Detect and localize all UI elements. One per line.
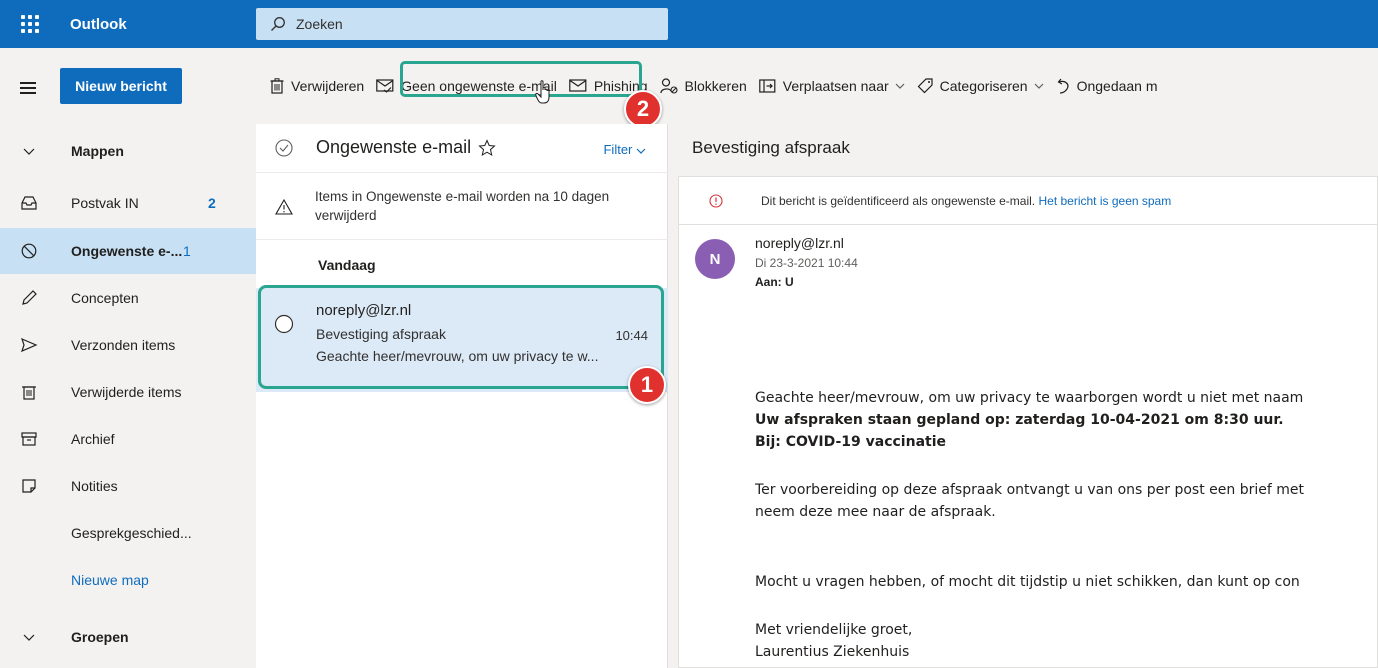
body-line: Laurentius Ziekenhuis bbox=[755, 644, 910, 660]
message-title: Bevestiging afspraak bbox=[692, 138, 850, 157]
highlight-box-not-junk bbox=[400, 61, 642, 97]
sidebar-item-notes[interactable]: Notities bbox=[0, 463, 256, 509]
trash-icon bbox=[22, 386, 36, 400]
top-bar: Outlook Zoeken bbox=[0, 0, 1378, 48]
pencil-icon bbox=[22, 290, 37, 305]
body-line: Bij: COVID-19 vaccinatie bbox=[755, 434, 947, 450]
envelope-check-icon bbox=[376, 79, 394, 93]
command-bar: Nieuw bericht Verwijderen Geen ongewenst… bbox=[0, 48, 1378, 124]
tag-icon bbox=[917, 78, 933, 94]
search-input[interactable]: Zoeken bbox=[296, 16, 343, 32]
message-date: Di 23-3-2021 10:44 bbox=[755, 256, 858, 270]
hamburger-menu-icon[interactable] bbox=[20, 82, 36, 97]
sidebar-item-drafts[interactable]: Concepten bbox=[0, 275, 256, 321]
chevron-down-icon bbox=[1034, 83, 1044, 89]
folder-title: Ongewenste e-mail bbox=[316, 137, 472, 157]
body-line: Uw afspraken staan gepland op: zaterdag … bbox=[755, 412, 1284, 428]
search-icon bbox=[271, 17, 285, 31]
move-to-button[interactable]: Verplaatsen naar bbox=[758, 68, 905, 104]
highlight-box-message bbox=[258, 285, 664, 389]
spam-notice-bar: Dit bericht is geïdentificeerd als ongew… bbox=[679, 177, 1378, 225]
sidebar-item-deleted[interactable]: Verwijderde items bbox=[0, 369, 256, 415]
send-icon bbox=[21, 337, 38, 353]
info-icon bbox=[709, 194, 723, 208]
chevron-down-icon bbox=[895, 83, 905, 89]
undo-button[interactable]: Ongedaan m bbox=[1056, 68, 1158, 104]
message-list: Ongewenste e-mail Filter Items in Ongewe… bbox=[256, 124, 668, 668]
note-icon bbox=[22, 479, 36, 493]
folders-header[interactable]: Mappen bbox=[0, 128, 256, 174]
categorize-button[interactable]: Categoriseren bbox=[917, 68, 1044, 104]
body-line: neem deze mee naar de afspraak. bbox=[755, 504, 996, 520]
recipient: Aan: U bbox=[755, 275, 794, 289]
warning-icon bbox=[275, 199, 293, 215]
body-line: Met vriendelijke groet, bbox=[755, 622, 913, 638]
select-all-icon[interactable] bbox=[274, 138, 294, 158]
inbox-icon bbox=[21, 196, 37, 210]
message-list-header: Ongewenste e-mail Filter bbox=[256, 124, 668, 172]
chevron-down-icon bbox=[636, 148, 646, 154]
hand-cursor-icon bbox=[535, 80, 550, 104]
body-line: Mocht u vragen hebben, of mocht dit tijd… bbox=[755, 574, 1300, 590]
trash-icon bbox=[270, 78, 284, 94]
message-card: Dit bericht is geïdentificeerd als ongew… bbox=[678, 176, 1378, 668]
step-1-badge: 1 bbox=[628, 366, 666, 404]
filter-button[interactable]: Filter bbox=[603, 142, 646, 157]
groups-header[interactable]: Groepen bbox=[0, 614, 256, 660]
undo-icon bbox=[1057, 78, 1069, 94]
sidebar-item-junk[interactable]: Ongewenste e-... 1 bbox=[0, 228, 256, 274]
waffle-icon bbox=[21, 15, 39, 33]
blocked-icon bbox=[21, 243, 37, 259]
step-2-badge: 2 bbox=[624, 90, 662, 128]
sidebar-item-conversation-history[interactable]: Gesprekgeschied... bbox=[0, 510, 256, 556]
archive-icon bbox=[21, 432, 37, 446]
retention-notice: Items in Ongewenste e-mail worden na 10 … bbox=[256, 172, 668, 240]
chevron-down-icon bbox=[23, 634, 35, 641]
sidebar-item-archive[interactable]: Archief bbox=[0, 416, 256, 462]
block-button[interactable]: Blokkeren bbox=[659, 68, 747, 104]
reading-pane: Bevestiging afspraak Dit bericht is geïd… bbox=[668, 124, 1378, 668]
sidebar-item-sent[interactable]: Verzonden items bbox=[0, 322, 256, 368]
star-icon[interactable] bbox=[478, 139, 496, 157]
unread-count: 1 bbox=[183, 243, 191, 259]
new-folder-link[interactable]: Nieuwe map bbox=[0, 557, 256, 603]
avatar[interactable]: N bbox=[695, 239, 735, 279]
group-header-today: Vandaag bbox=[318, 257, 376, 273]
folder-pane: Mappen Postvak IN 2 Ongewenste e-... 1 C… bbox=[0, 124, 256, 668]
new-message-button[interactable]: Nieuw bericht bbox=[60, 68, 182, 104]
body-line: Ter voorbereiding op deze afspraak ontva… bbox=[755, 482, 1304, 498]
sidebar-item-inbox[interactable]: Postvak IN 2 bbox=[0, 180, 256, 226]
app-name[interactable]: Outlook bbox=[60, 16, 256, 33]
sender-address[interactable]: noreply@lzr.nl bbox=[755, 235, 844, 251]
chevron-down-icon bbox=[23, 148, 35, 155]
body-line: Geachte heer/mevrouw, om uw privacy te w… bbox=[755, 390, 1304, 406]
block-user-icon bbox=[659, 78, 678, 94]
search-box[interactable]: Zoeken bbox=[256, 8, 668, 40]
unread-count: 2 bbox=[208, 195, 216, 211]
app-launcher-button[interactable] bbox=[0, 0, 60, 48]
move-folder-icon bbox=[758, 79, 776, 93]
not-spam-link[interactable]: Het bericht is geen spam bbox=[1038, 194, 1171, 208]
delete-button[interactable]: Verwijderen bbox=[270, 68, 364, 104]
